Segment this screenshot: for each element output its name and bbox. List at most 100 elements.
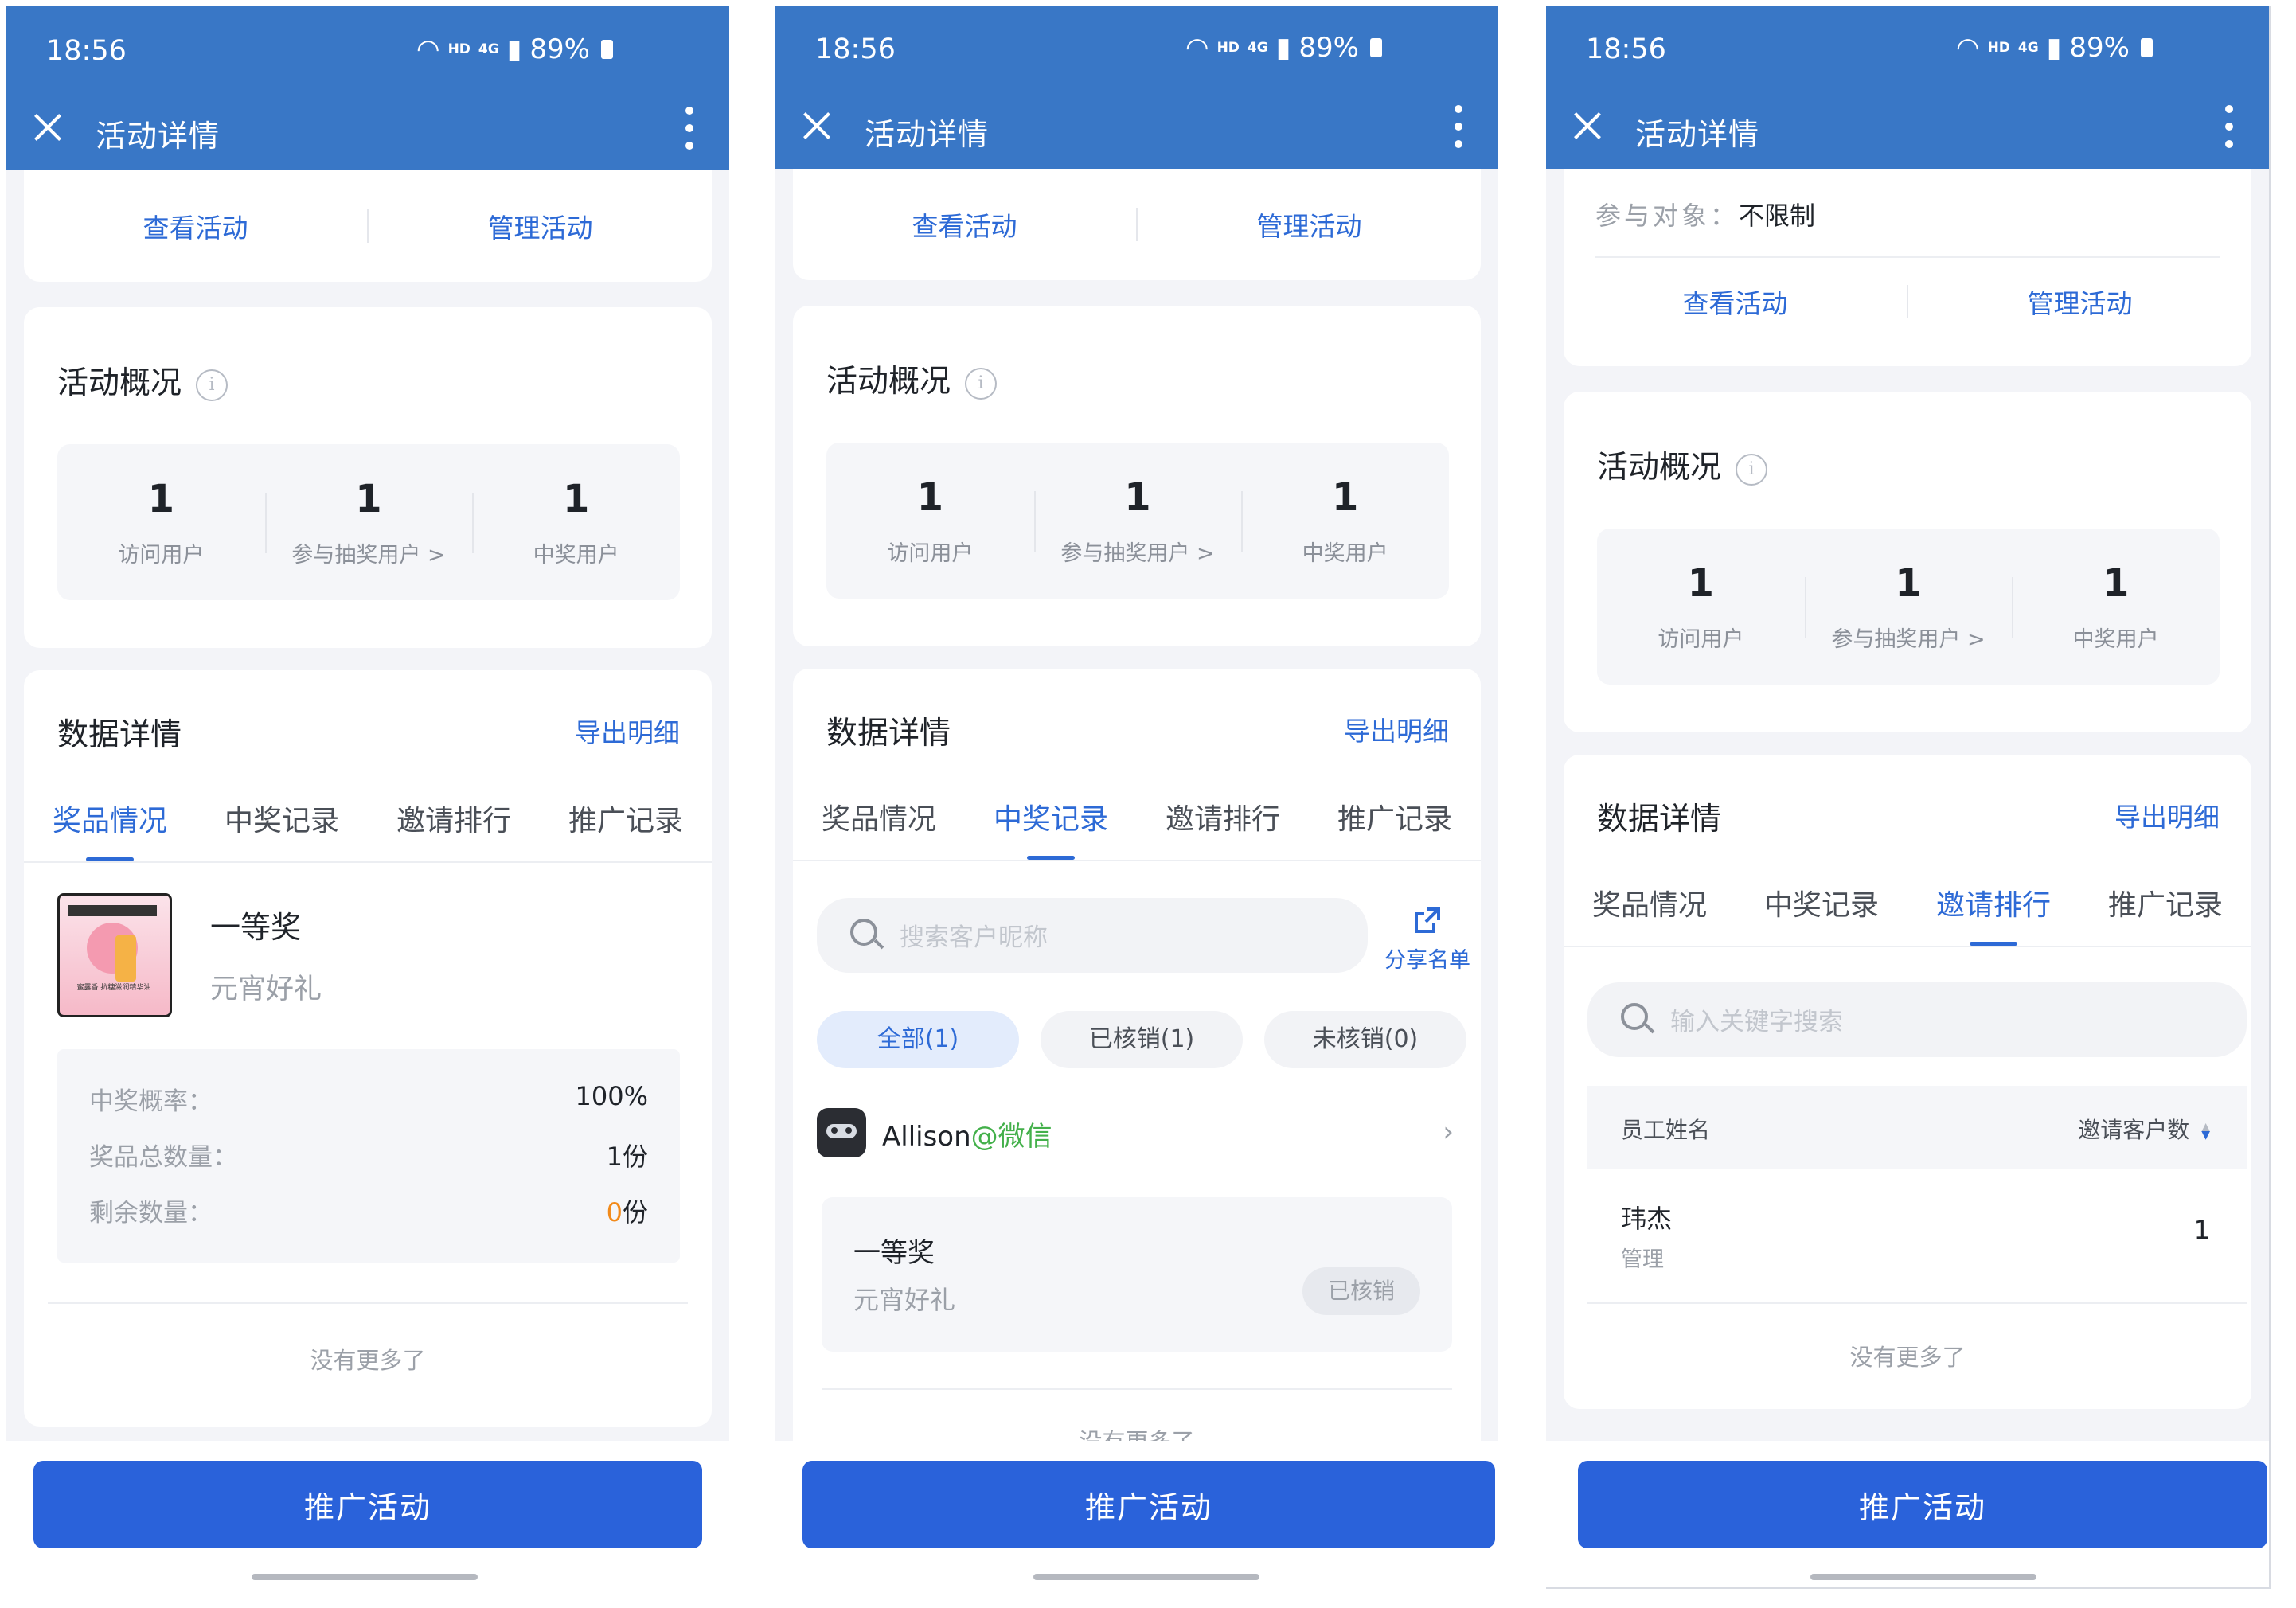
- divider: [1587, 1302, 2247, 1304]
- activity-links-card: 查看活动 管理活动: [24, 170, 712, 282]
- overview-stats: 1 访问用户 1 参与抽奖用户 > 1 中奖用户: [826, 443, 1449, 599]
- status-time: 18:56: [1586, 33, 1666, 65]
- tab-promotion-records[interactable]: 推广记录: [540, 779, 712, 861]
- hd-indicator: HD: [1216, 40, 1240, 56]
- manage-activity-link[interactable]: 管理活动: [1138, 205, 1481, 244]
- data-details-card: 数据详情 导出明细 奖品情况 中奖记录 邀请排行 推广记录 输入关键字搜索 员工…: [1564, 755, 2251, 1409]
- employee-dept: 管理: [1621, 1247, 1664, 1272]
- promote-activity-button[interactable]: 推广活动: [802, 1461, 1495, 1548]
- bottom-bar: 推广活动: [1546, 1441, 2269, 1587]
- more-options-icon[interactable]: [1454, 105, 1463, 148]
- prize-name: 一等奖: [210, 910, 302, 945]
- tab-promotion-records[interactable]: 推广记录: [2079, 863, 2251, 946]
- total-qty-label: 奖品总数量：: [89, 1143, 237, 1172]
- tab-promotion-records[interactable]: 推广记录: [1309, 777, 1481, 860]
- win-rate-label: 中奖概率：: [89, 1087, 213, 1116]
- no-more-text: 没有更多了: [310, 1347, 426, 1374]
- record-prize-desc: 元宵好礼: [853, 1285, 956, 1315]
- page-title: 活动详情: [865, 117, 990, 152]
- tab-prizes[interactable]: 奖品情况: [793, 777, 965, 860]
- battery-icon: [1370, 38, 1382, 57]
- details-tabs: 奖品情况 中奖记录 邀请排行 推广记录: [1564, 863, 2251, 947]
- info-icon[interactable]: i: [1736, 453, 1768, 486]
- bottom-bar: 推广活动: [6, 1441, 729, 1587]
- tab-winning-records[interactable]: 中奖记录: [965, 777, 1137, 860]
- info-icon[interactable]: i: [196, 369, 228, 401]
- signal-icon: ▮: [506, 33, 522, 65]
- app-bar: 18:56 ◠ HD 4G ▮ 89% 活动详情: [775, 6, 1498, 169]
- participation-row: 参与对象：不限制: [1595, 196, 1815, 232]
- overview-stats: 1 访问用户 1 参与抽奖用户 > 1 中奖用户: [1597, 529, 2220, 685]
- stat-participants[interactable]: 1 参与抽奖用户 >: [1804, 561, 2013, 653]
- customer-search-input[interactable]: 搜索客户昵称: [817, 898, 1368, 973]
- winning-record-card: 一等奖 元宵好礼 已核销: [822, 1197, 1452, 1352]
- close-icon[interactable]: [30, 110, 65, 145]
- winner-user-row[interactable]: Allison@微信 ›: [817, 1103, 1457, 1164]
- scroll-content[interactable]: 查看活动 管理活动 活动概况 i 1 访问用户 1 参与抽奖用户 > 1 中奖用户 数据…: [6, 170, 729, 1441]
- export-link[interactable]: 导出明细: [1344, 710, 1449, 748]
- app-bar: 18:56 ◠ HD 4G ▮ 89% 活动详情: [1546, 6, 2269, 169]
- export-link[interactable]: 导出明细: [575, 712, 680, 750]
- app-bar: 18:56 ◠ HD 4G ▮ 89% 活动详情: [6, 6, 729, 170]
- scroll-content[interactable]: 查看活动 管理活动 活动概况 i 1 访问用户 1 参与抽奖用户 > 1 中奖用户 数据…: [775, 169, 1498, 1441]
- phone-screen-ranking-tab: 18:56 ◠ HD 4G ▮ 89% 活动详情 参与对象：不限制 查看活动 管…: [1546, 6, 2271, 1589]
- battery-icon: [601, 40, 613, 59]
- stat-winners: 1 中奖用户: [1241, 475, 1449, 567]
- wifi-icon: ◠: [1955, 32, 1980, 64]
- divider: [48, 1302, 688, 1304]
- filter-verified[interactable]: 已核销(1): [1041, 1011, 1243, 1068]
- manage-activity-link[interactable]: 管理活动: [369, 207, 712, 245]
- tab-winning-records[interactable]: 中奖记录: [1736, 863, 1907, 946]
- wifi-icon: ◠: [416, 33, 440, 65]
- tab-invite-ranking[interactable]: 邀请排行: [1907, 863, 2079, 946]
- tab-invite-ranking[interactable]: 邀请排行: [368, 779, 540, 861]
- status-indicators: ◠ HD 4G ▮ 89%: [1185, 32, 1382, 64]
- signal-icon: ▮: [1275, 32, 1291, 64]
- share-list-button[interactable]: 分享名单: [1384, 904, 1471, 974]
- info-icon[interactable]: i: [965, 367, 998, 400]
- stat-participants[interactable]: 1 参与抽奖用户 >: [1033, 475, 1242, 567]
- stat-participants[interactable]: 1 参与抽奖用户 >: [264, 477, 473, 568]
- thumbnail-caption: 蜜露香 抗糖滋润精华油: [76, 984, 151, 992]
- tab-winning-records[interactable]: 中奖记录: [196, 779, 368, 861]
- data-details-card: 数据详情 导出明细 奖品情况 中奖记录 邀请排行 推广记录 蜜露香 抗糖滋润精华…: [24, 670, 712, 1427]
- promote-activity-button[interactable]: 推广活动: [1578, 1461, 2267, 1548]
- network-indicator: 4G: [1247, 40, 1268, 56]
- close-icon[interactable]: [799, 108, 834, 143]
- avatar: [817, 1108, 866, 1157]
- activity-info-card: 参与对象：不限制 查看活动 管理活动: [1564, 169, 2251, 366]
- manage-activity-link[interactable]: 管理活动: [1908, 283, 2251, 321]
- stat-visitors: 1 访问用户: [887, 474, 974, 566]
- export-link[interactable]: 导出明细: [2114, 796, 2220, 834]
- status-badge: 已核销: [1302, 1267, 1420, 1315]
- battery-icon: [2141, 38, 2153, 57]
- phone-screen-winners-tab: 18:56 ◠ HD 4G ▮ 89% 活动详情 查看活动 管理活动 活动概况 i…: [775, 6, 1498, 1587]
- close-icon[interactable]: [1570, 108, 1605, 143]
- more-options-icon[interactable]: [685, 107, 694, 150]
- wifi-icon: ◠: [1185, 32, 1209, 64]
- tab-invite-ranking[interactable]: 邀请排行: [1137, 777, 1309, 860]
- scroll-content[interactable]: 参与对象：不限制 查看活动 管理活动 活动概况 i 1 访问用户 1 参与抽奖用户 >…: [1546, 169, 2269, 1441]
- keyword-search-input[interactable]: 输入关键字搜索: [1587, 982, 2247, 1057]
- col-employee-name: 员工姓名: [1621, 1117, 1711, 1143]
- filter-all[interactable]: 全部(1): [817, 1011, 1019, 1068]
- col-invite-count[interactable]: 邀请客户数 ▲ ▼: [2078, 1113, 2210, 1145]
- status-indicators: ◠ HD 4G ▮ 89%: [416, 33, 613, 65]
- more-options-icon[interactable]: [2224, 105, 2234, 148]
- hd-indicator: HD: [1987, 40, 2010, 56]
- divider: [822, 1388, 1452, 1390]
- filter-unverified[interactable]: 未核销(0): [1264, 1011, 1466, 1068]
- thumbnail-bottle-shape: [115, 935, 136, 982]
- data-details-card: 数据详情 导出明细 奖品情况 中奖记录 邀请排行 推广记录 搜索客户昵称 分享名…: [793, 669, 1481, 1441]
- tab-prizes[interactable]: 奖品情况: [1564, 863, 1736, 946]
- view-activity-link[interactable]: 查看活动: [1564, 283, 1907, 321]
- overview-card: 活动概况 i 1 访问用户 1 参与抽奖用户 > 1 中奖用户: [1564, 392, 2251, 732]
- view-activity-link[interactable]: 查看活动: [24, 207, 367, 245]
- tab-prizes[interactable]: 奖品情况: [24, 779, 196, 861]
- view-activity-link[interactable]: 查看活动: [793, 205, 1136, 244]
- network-indicator: 4G: [2017, 40, 2039, 56]
- hd-indicator: HD: [447, 41, 471, 57]
- details-title: 数据详情: [1597, 802, 1722, 837]
- battery-level: 89%: [2069, 32, 2130, 64]
- promote-activity-button[interactable]: 推广活动: [33, 1461, 702, 1548]
